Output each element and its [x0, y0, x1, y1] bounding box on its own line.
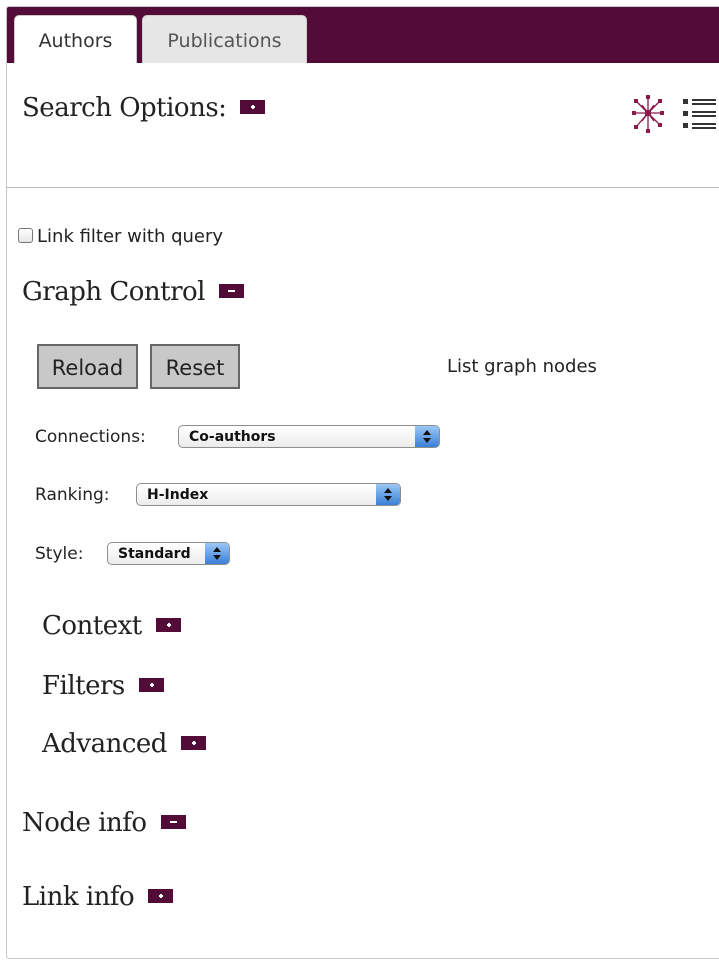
select-arrows-icon — [415, 426, 439, 447]
link-filter-checkbox[interactable] — [18, 227, 33, 243]
graph-control-collapse-icon[interactable] — [219, 284, 244, 298]
search-options-expand-icon[interactable] — [240, 100, 266, 114]
graph-control-label: Graph Control — [22, 277, 206, 307]
graph-network-icon[interactable] — [632, 95, 664, 133]
filters-heading[interactable]: Filters — [42, 671, 164, 701]
ranking-label: Ranking: — [35, 485, 110, 505]
sidebar-panel: Authors Publications Search Options: Lin… — [6, 6, 719, 959]
tab-bar: Authors Publications — [7, 7, 719, 63]
search-options-heading[interactable]: Search Options: — [22, 93, 266, 123]
context-heading[interactable]: Context — [42, 611, 181, 641]
list-graph-nodes-link[interactable]: List graph nodes — [447, 356, 597, 377]
select-arrows-icon — [205, 543, 229, 564]
node-info-heading[interactable]: Node info — [22, 808, 186, 838]
node-info-collapse-icon[interactable] — [160, 815, 186, 829]
connections-select[interactable]: Co-authors — [178, 425, 440, 448]
reload-button[interactable]: Reload — [37, 344, 138, 389]
style-value: Standard — [118, 546, 191, 562]
advanced-heading[interactable]: Advanced — [42, 729, 206, 759]
ranking-value: H-Index — [147, 487, 209, 503]
list-view-icon[interactable] — [683, 97, 717, 131]
context-label: Context — [42, 611, 142, 641]
filters-expand-icon[interactable] — [138, 678, 164, 692]
link-info-heading[interactable]: Link info — [22, 882, 174, 912]
link-info-expand-icon[interactable] — [148, 889, 174, 903]
ranking-select[interactable]: H-Index — [136, 483, 401, 506]
link-info-label: Link info — [22, 882, 135, 912]
select-arrows-icon — [376, 484, 400, 505]
graph-control-heading[interactable]: Graph Control — [22, 277, 244, 307]
reset-button[interactable]: Reset — [150, 344, 240, 389]
context-expand-icon[interactable] — [155, 618, 181, 632]
node-info-label: Node info — [22, 808, 147, 838]
section-divider — [7, 187, 719, 188]
style-select[interactable]: Standard — [107, 542, 230, 565]
tab-publications[interactable]: Publications — [142, 15, 307, 63]
link-filter-label: Link filter with query — [37, 226, 224, 247]
connections-value: Co-authors — [189, 429, 276, 445]
tab-authors[interactable]: Authors — [14, 15, 137, 63]
connections-label: Connections: — [35, 427, 146, 447]
search-options-label: Search Options: — [22, 93, 227, 123]
advanced-expand-icon[interactable] — [180, 736, 206, 750]
filters-label: Filters — [42, 671, 125, 701]
link-filter-row[interactable]: Link filter with query — [18, 226, 223, 247]
advanced-label: Advanced — [42, 729, 167, 759]
style-label: Style: — [35, 544, 84, 564]
